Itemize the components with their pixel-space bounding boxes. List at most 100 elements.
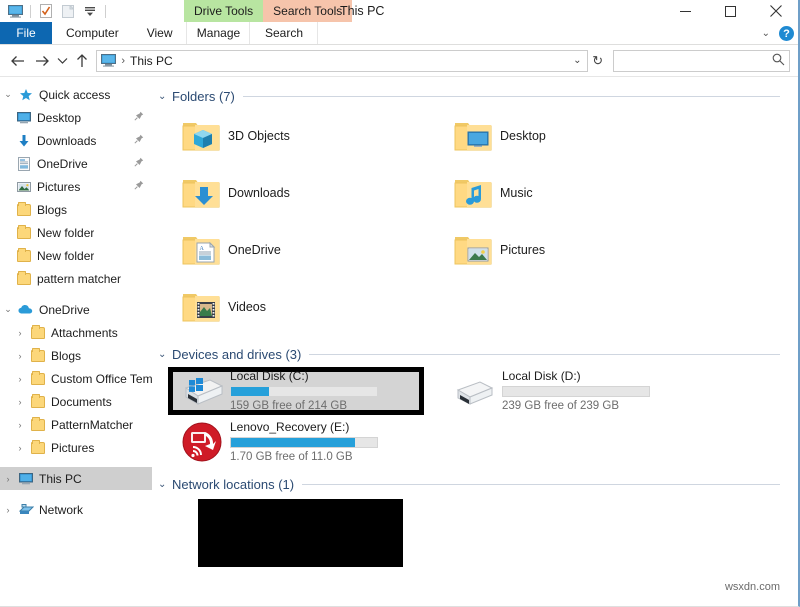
- tile-music[interactable]: Music: [440, 164, 712, 221]
- pin-icon[interactable]: [134, 180, 144, 193]
- sidebar-group-onedrive[interactable]: ⌄ OneDrive: [0, 298, 152, 321]
- group-divider: [243, 96, 780, 97]
- sidebar-item-label: New folder: [34, 249, 94, 263]
- drive-lenovo-recovery-e[interactable]: Lenovo_Recovery (E:) 1.70 GB free of 11.…: [168, 416, 440, 467]
- search-input[interactable]: [618, 55, 772, 67]
- capacity-bar-fill: [231, 438, 355, 447]
- recent-locations-button[interactable]: [54, 48, 71, 74]
- search-icon[interactable]: [772, 53, 785, 69]
- group-header-network[interactable]: ⌄ Network locations (1): [158, 473, 798, 495]
- customize-dropdown-icon[interactable]: [80, 2, 100, 20]
- sidebar-item-blogs[interactable]: Blogs: [0, 198, 152, 221]
- navigation-pane[interactable]: ⌄ Quick access Desktop Downloa: [0, 77, 152, 599]
- sidebar-item-pictures-onedrive[interactable]: › Pictures: [0, 436, 152, 459]
- folder-icon: [28, 396, 48, 408]
- contextual-tab-drive-tools[interactable]: Drive Tools: [184, 0, 263, 22]
- chevron-right-icon[interactable]: ›: [12, 374, 28, 384]
- desktop-folder-icon: [446, 119, 500, 153]
- sidebar-group-quick-access[interactable]: ⌄ Quick access: [0, 83, 152, 106]
- chevron-down-icon[interactable]: ⌄: [158, 479, 172, 490]
- pin-icon[interactable]: [134, 157, 144, 170]
- drive-local-disk-c[interactable]: Local Disk (C:) 159 GB free of 214 GB: [168, 365, 440, 416]
- properties-icon[interactable]: [36, 2, 56, 20]
- onedrive-folder-icon: A: [174, 233, 228, 267]
- tile-label: 3D Objects: [228, 129, 290, 143]
- tab-computer[interactable]: Computer: [52, 22, 133, 44]
- search-box[interactable]: [613, 50, 790, 72]
- sidebar-item-desktop[interactable]: Desktop: [0, 106, 152, 129]
- pin-icon[interactable]: [134, 111, 144, 124]
- sidebar-spacer-2: [0, 459, 152, 467]
- chevron-right-icon[interactable]: ›: [12, 443, 28, 453]
- address-input[interactable]: › This PC ⌄: [96, 50, 588, 72]
- new-folder-icon[interactable]: [58, 2, 78, 20]
- drive-details: Lenovo_Recovery (E:) 1.70 GB free of 11.…: [230, 420, 440, 463]
- sidebar-item-attachments[interactable]: › Attachments: [0, 321, 152, 344]
- tile-downloads[interactable]: Downloads: [168, 164, 440, 221]
- group-header-devices[interactable]: ⌄ Devices and drives (3): [158, 343, 798, 365]
- sidebar-spacer: [0, 290, 152, 298]
- chevron-right-icon[interactable]: ›: [12, 328, 28, 338]
- file-list-pane[interactable]: ⌄ Folders (7): [152, 77, 798, 599]
- tile-videos[interactable]: Videos: [168, 278, 440, 335]
- breadcrumb-this-pc[interactable]: This PC: [130, 54, 173, 68]
- redacted-item[interactable]: [198, 499, 403, 567]
- sidebar-item-label: Downloads: [34, 134, 96, 148]
- contextual-tab-search-tools[interactable]: Search Tools: [263, 0, 352, 22]
- chevron-down-icon[interactable]: ⌄: [158, 349, 172, 360]
- back-button[interactable]: [6, 48, 30, 74]
- sidebar-item-onedrive-doc[interactable]: OneDrive: [0, 152, 152, 175]
- forward-button[interactable]: [30, 48, 54, 74]
- group-divider: [309, 354, 780, 355]
- group-header-folders[interactable]: ⌄ Folders (7): [158, 85, 798, 107]
- up-button[interactable]: [71, 48, 95, 74]
- sidebar-item-downloads[interactable]: Downloads: [0, 129, 152, 152]
- star-icon: [16, 88, 36, 102]
- sidebar-item-label: PatternMatcher: [48, 418, 133, 432]
- sidebar-item-custom-office-templates[interactable]: › Custom Office Tem: [0, 367, 152, 390]
- capacity-bar: [230, 386, 378, 397]
- tile-3d-objects[interactable]: 3D Objects: [168, 107, 440, 164]
- ribbon-tab-bar: File Computer View Manage Search ⌄ ?: [0, 22, 798, 45]
- chevron-down-icon[interactable]: ⌄: [567, 55, 587, 66]
- tab-search[interactable]: Search: [250, 22, 318, 44]
- chevron-down-icon[interactable]: ⌄: [0, 89, 16, 100]
- network-tiles: [158, 495, 798, 585]
- minimize-button[interactable]: [663, 0, 708, 22]
- tab-file[interactable]: File: [0, 22, 52, 44]
- tile-onedrive[interactable]: A OneDrive: [168, 221, 440, 278]
- toolbar-divider: [30, 5, 31, 18]
- sidebar-item-documents[interactable]: › Documents: [0, 390, 152, 413]
- chevron-down-icon[interactable]: ⌄: [158, 91, 172, 102]
- chevron-down-icon[interactable]: ⌄: [762, 28, 770, 39]
- sidebar-item-pictures[interactable]: Pictures: [0, 175, 152, 198]
- toolbar-divider-2: [105, 5, 106, 18]
- sidebar-item-network[interactable]: › Network: [0, 498, 152, 521]
- close-button[interactable]: [753, 0, 798, 22]
- chevron-right-icon[interactable]: ›: [12, 351, 28, 361]
- sidebar-item-new-folder-2[interactable]: New folder: [0, 244, 152, 267]
- sidebar-item-label: New folder: [34, 226, 94, 240]
- tile-pictures[interactable]: Pictures: [440, 221, 712, 278]
- group-title: Folders (7): [172, 89, 243, 104]
- chevron-right-icon[interactable]: ›: [0, 474, 16, 484]
- this-pc-icon[interactable]: [5, 2, 25, 20]
- sidebar-item-new-folder-1[interactable]: New folder: [0, 221, 152, 244]
- tile-desktop[interactable]: Desktop: [440, 107, 712, 164]
- chevron-right-icon[interactable]: ›: [12, 397, 28, 407]
- drive-label: Local Disk (C:): [230, 369, 434, 383]
- help-icon[interactable]: ?: [779, 26, 794, 41]
- sidebar-item-pattern-matcher[interactable]: pattern matcher: [0, 267, 152, 290]
- pin-icon[interactable]: [134, 134, 144, 147]
- sidebar-item-patternmatcher[interactable]: › PatternMatcher: [0, 413, 152, 436]
- drive-local-disk-d[interactable]: Local Disk (D:) 239 GB free of 239 GB: [440, 365, 712, 416]
- sidebar-item-this-pc[interactable]: › This PC: [0, 467, 152, 490]
- tab-view[interactable]: View: [133, 22, 187, 44]
- sidebar-item-blogs-onedrive[interactable]: › Blogs: [0, 344, 152, 367]
- maximize-button[interactable]: [708, 0, 753, 22]
- refresh-button[interactable]: ↻: [588, 50, 607, 72]
- chevron-down-icon[interactable]: ⌄: [0, 304, 16, 315]
- chevron-right-icon[interactable]: ›: [0, 505, 16, 515]
- tab-manage[interactable]: Manage: [186, 22, 250, 44]
- chevron-right-icon[interactable]: ›: [12, 420, 28, 430]
